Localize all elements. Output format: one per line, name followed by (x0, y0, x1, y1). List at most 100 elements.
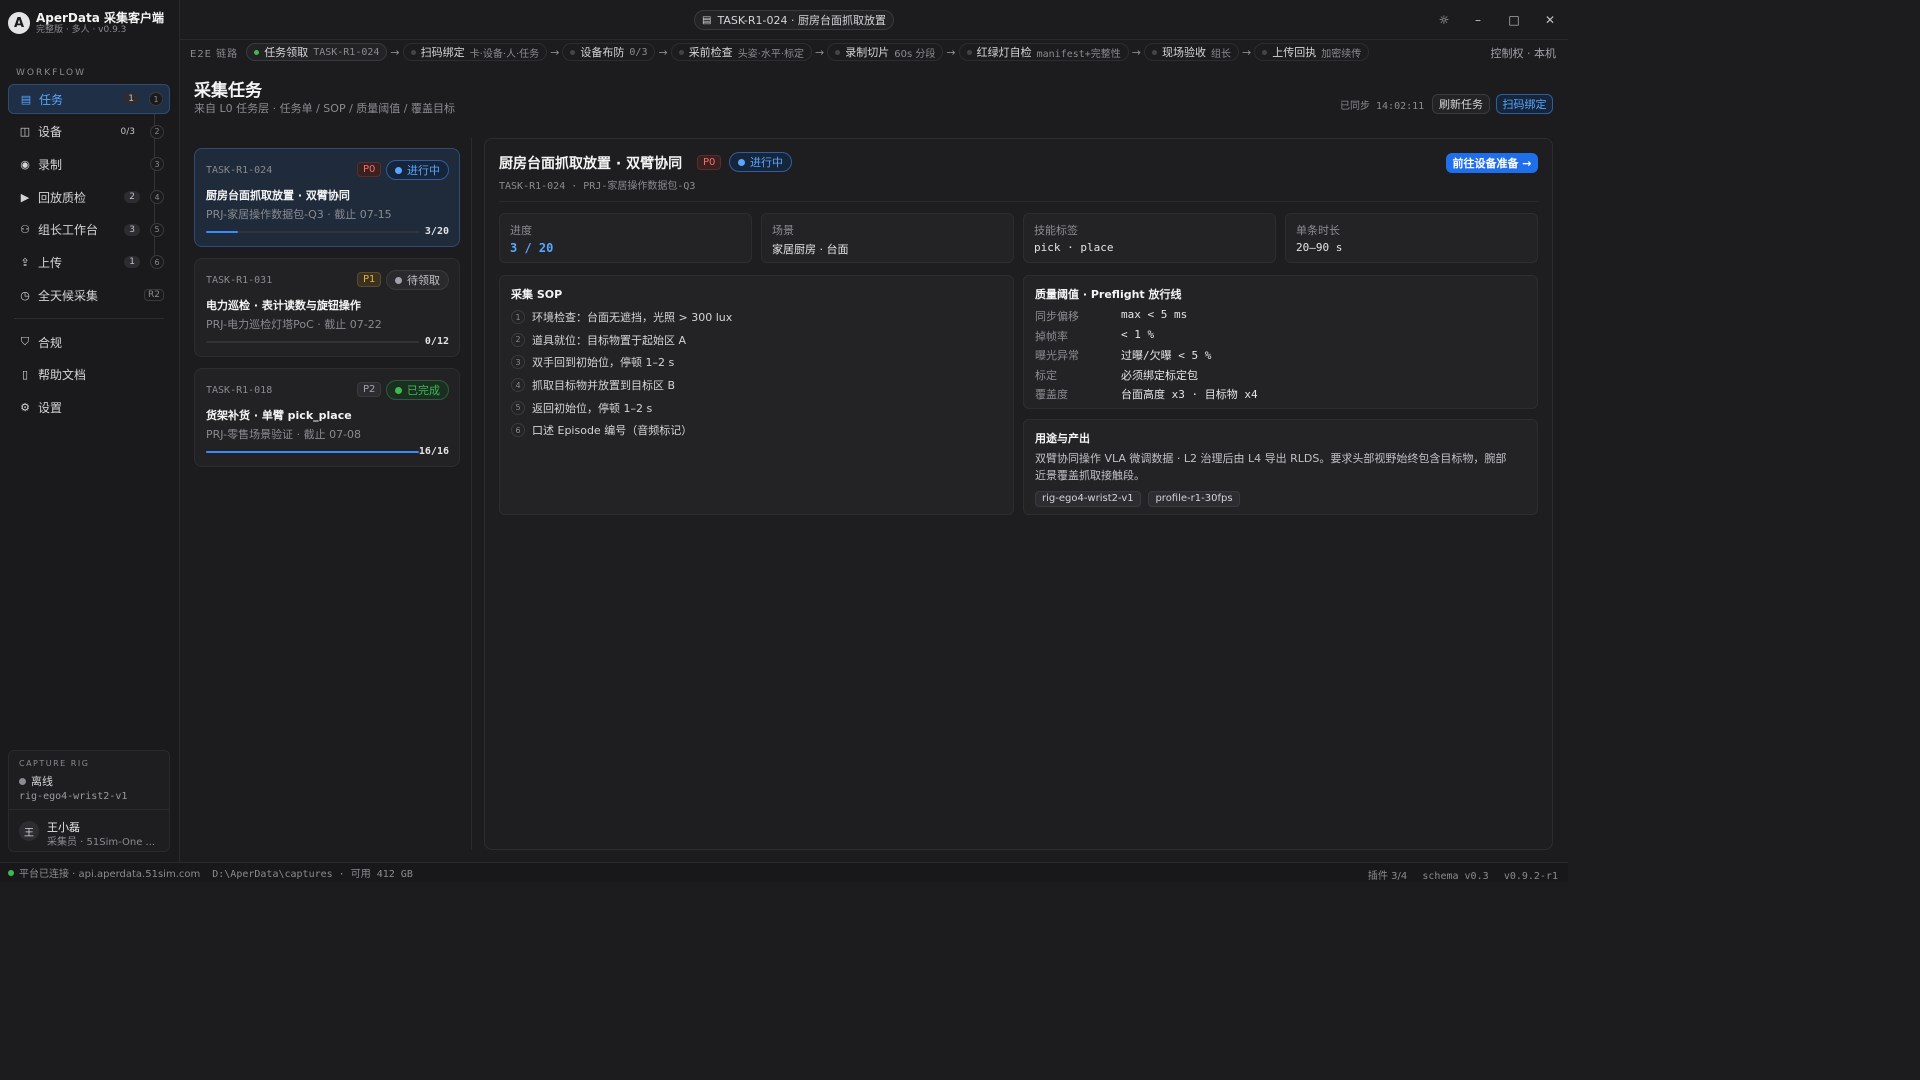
arrow-right-icon: → (550, 45, 560, 59)
stage-sub: 加密续传 (1321, 48, 1362, 60)
count-badge: 1 (123, 93, 139, 105)
sidebar-item-tasks[interactable]: ▤ 任务 1 1 (8, 84, 170, 114)
quality-key: 覆盖度 (1035, 388, 1068, 401)
window-title-text: TASK-R1-024 · 厨房台面抓取放置 (717, 14, 886, 27)
sidebar-item-record[interactable]: ◉ 录制 3 (8, 149, 170, 179)
step-number: 1 (511, 310, 525, 325)
refresh-tasks-button[interactable]: 刷新任务 (1432, 94, 1490, 114)
usage-panel: 用途与产出 双臂协同操作 VLA 微调数据 · L2 治理后由 L4 导出 RL… (1023, 419, 1538, 515)
app-version: v0.9.2-r1 (1503, 871, 1558, 882)
sidebar-item-upload[interactable]: ⇪ 上传 1 6 (8, 247, 170, 277)
maximize-icon[interactable]: □ (1506, 12, 1522, 28)
quality-value: 必须绑定标定包 (1121, 368, 1198, 382)
task-project: PRJ-零售场景验证 · 截止 07-08 (206, 428, 362, 441)
sidebar-item-label: 回放质检 (38, 190, 87, 205)
sop-text: 返回初始位，停顿 1–2 s (532, 401, 653, 415)
avatar: 王 (19, 821, 39, 841)
stage-traffic-light[interactable]: 红绿灯自检 manifest+完整性 (958, 43, 1129, 61)
task-title: 电力巡检 · 表计读数与旋钮操作 (206, 299, 361, 312)
task-id: TASK-R1-031 (206, 275, 273, 286)
sop-list: 1 环境检查：台面无遮挡，光照 > 300 lux 2 道具就位：目标物置于起始区 … (511, 306, 732, 442)
progress-fraction: 0/12 (424, 336, 449, 347)
stage-sub: 头姿·水平·标定 (737, 48, 805, 60)
capture-rig-panel[interactable]: CAPTURE RIG 离线 rig-ego4-wrist2-v1 王 王小磊 … (8, 750, 170, 852)
e2e-flow-bar: E2E 链路 任务领取 TASK-R1-024 → 扫码绑定 卡·设备·人·任务 →… (180, 42, 1568, 62)
sop-step: 4 抓取目标物并放置到目标区 B (511, 374, 732, 397)
progress-fill (206, 231, 238, 233)
step-number: 4 (150, 190, 164, 205)
detail-divider (499, 201, 1538, 202)
rig-tag[interactable]: rig-ego4-wrist2-v1 (1035, 491, 1141, 507)
sidebar: A AperData 采集客户端 完整版 · 多人 · v0.9.3 WORKF… (0, 0, 180, 862)
arrow-right-icon: → (390, 45, 400, 59)
sidebar-item-label: 设置 (38, 401, 63, 415)
scan-bind-button[interactable]: 扫码绑定 (1496, 94, 1553, 114)
stage-dot-icon (966, 49, 972, 55)
theme-toggle-sun-icon[interactable]: ☼ (1436, 12, 1452, 28)
window-title: ▤ TASK-R1-024 · 厨房台面抓取放置 (694, 10, 894, 30)
go-device-setup-button[interactable]: 前往设备准备 → (1446, 153, 1538, 173)
sidebar-item-compliance[interactable]: ⛉ 合规 (8, 327, 170, 357)
progress-fraction: 16/16 (418, 446, 449, 457)
profile-tag[interactable]: profile-r1-30fps (1148, 491, 1240, 507)
stage-task-claim[interactable]: 任务领取 TASK-R1-024 (246, 43, 388, 61)
sidebar-item-help[interactable]: ▯ 帮助文档 (8, 360, 170, 390)
quality-key: 同步偏移 (1035, 310, 1079, 323)
close-icon[interactable]: ✕ (1542, 12, 1558, 28)
quality-row: 曝光异常 过曝/欠曝 < 5 % (1035, 347, 1211, 363)
stage-device-setup[interactable]: 设备布防 0/3 (562, 43, 656, 61)
task-card[interactable]: TASK-R1-031 P1 待领取 电力巡检 · 表计读数与旋钮操作 PRJ-… (194, 258, 460, 357)
stat-progress: 进度 3 / 20 (499, 213, 752, 263)
stage-label: 现场验收 (1162, 46, 1207, 59)
count-badge: 2 (124, 191, 140, 204)
status-dot-icon (738, 158, 745, 166)
rig-status-text: 离线 (31, 775, 53, 788)
sync-status: 已同步 14:02:11 (1340, 101, 1425, 112)
task-card[interactable]: TASK-R1-024 P0 进行中 厨房台面抓取放置 · 双臂协同 PRJ-家… (194, 148, 460, 247)
task-id: TASK-R1-024 (206, 165, 273, 176)
stat-value: pick · place (1034, 241, 1114, 254)
minimize-icon[interactable]: – (1470, 12, 1486, 28)
sidebar-item-all-day[interactable]: ◷ 全天候采集 R2 (8, 280, 170, 310)
step-number: 1 (149, 92, 163, 106)
usage-title: 用途与产出 (1035, 432, 1090, 445)
status-text: 进行中 (407, 164, 440, 177)
status-text: 待领取 (407, 274, 440, 287)
plugin-count: 插件 3/4 (1367, 871, 1408, 882)
progress-fraction: 3/20 (424, 226, 449, 237)
stage-scan-bind[interactable]: 扫码绑定 卡·设备·人·任务 (402, 43, 548, 61)
stage-onsite-accept[interactable]: 现场验收 组长 (1144, 43, 1240, 61)
quality-value: 台面高度 x3 · 目标物 x4 (1121, 388, 1258, 401)
tag-list: rig-ego4-wrist2-v1 profile-r1-30fps (1035, 490, 1244, 507)
arrow-right-icon: → (815, 45, 825, 59)
stage-dot-icon (254, 49, 260, 55)
sop-text: 口述 Episode 编号（音频标记） (532, 424, 693, 438)
shield-icon: ⛉ (20, 335, 30, 349)
app-subtitle: 完整版 · 多人 · v0.9.3 (36, 24, 127, 35)
sidebar-item-settings[interactable]: ⚙ 设置 (8, 393, 170, 423)
step-number: 3 (511, 355, 525, 370)
gear-icon: ⚙ (20, 401, 30, 414)
stage-record-slice[interactable]: 录制切片 60s 分段 (827, 43, 944, 61)
sidebar-item-team-lead[interactable]: ⚇ 组长工作台 3 5 (8, 215, 170, 245)
stat-label: 进度 (510, 224, 532, 237)
quality-value: 过曝/欠曝 < 5 % (1121, 349, 1212, 362)
stage-label: 设备布防 (580, 46, 625, 59)
step-number: 5 (150, 222, 164, 237)
stage-dot-icon (1152, 49, 1158, 55)
sidebar-item-devices[interactable]: ◫ 设备 0/3 2 (8, 117, 170, 147)
stage-upload-receipt[interactable]: 上传回执 加密续传 (1254, 43, 1370, 61)
stat-value: 家居厨房 · 台面 (772, 243, 849, 256)
workflow-label: WORKFLOW (16, 68, 86, 78)
task-card[interactable]: TASK-R1-018 P2 已完成 货架补货 · 单臂 pick_place … (194, 368, 460, 467)
camera-icon: ◫ (19, 125, 31, 139)
stage-dot-icon (1262, 49, 1268, 55)
sidebar-item-playback-qc[interactable]: ▶ 回放质检 2 4 (8, 182, 170, 212)
stage-precheck[interactable]: 采前检查 头姿·水平·标定 (670, 43, 813, 61)
capture-path: D:\AperData\captures · 可用 412 GB (212, 869, 413, 880)
stage-label: 扫码绑定 (420, 46, 465, 59)
stage-dot-icon (570, 49, 576, 55)
count-badge: 1 (124, 256, 140, 269)
stage-sub: 60s 分段 (894, 48, 936, 60)
status-badge: 进行中 (729, 152, 792, 172)
